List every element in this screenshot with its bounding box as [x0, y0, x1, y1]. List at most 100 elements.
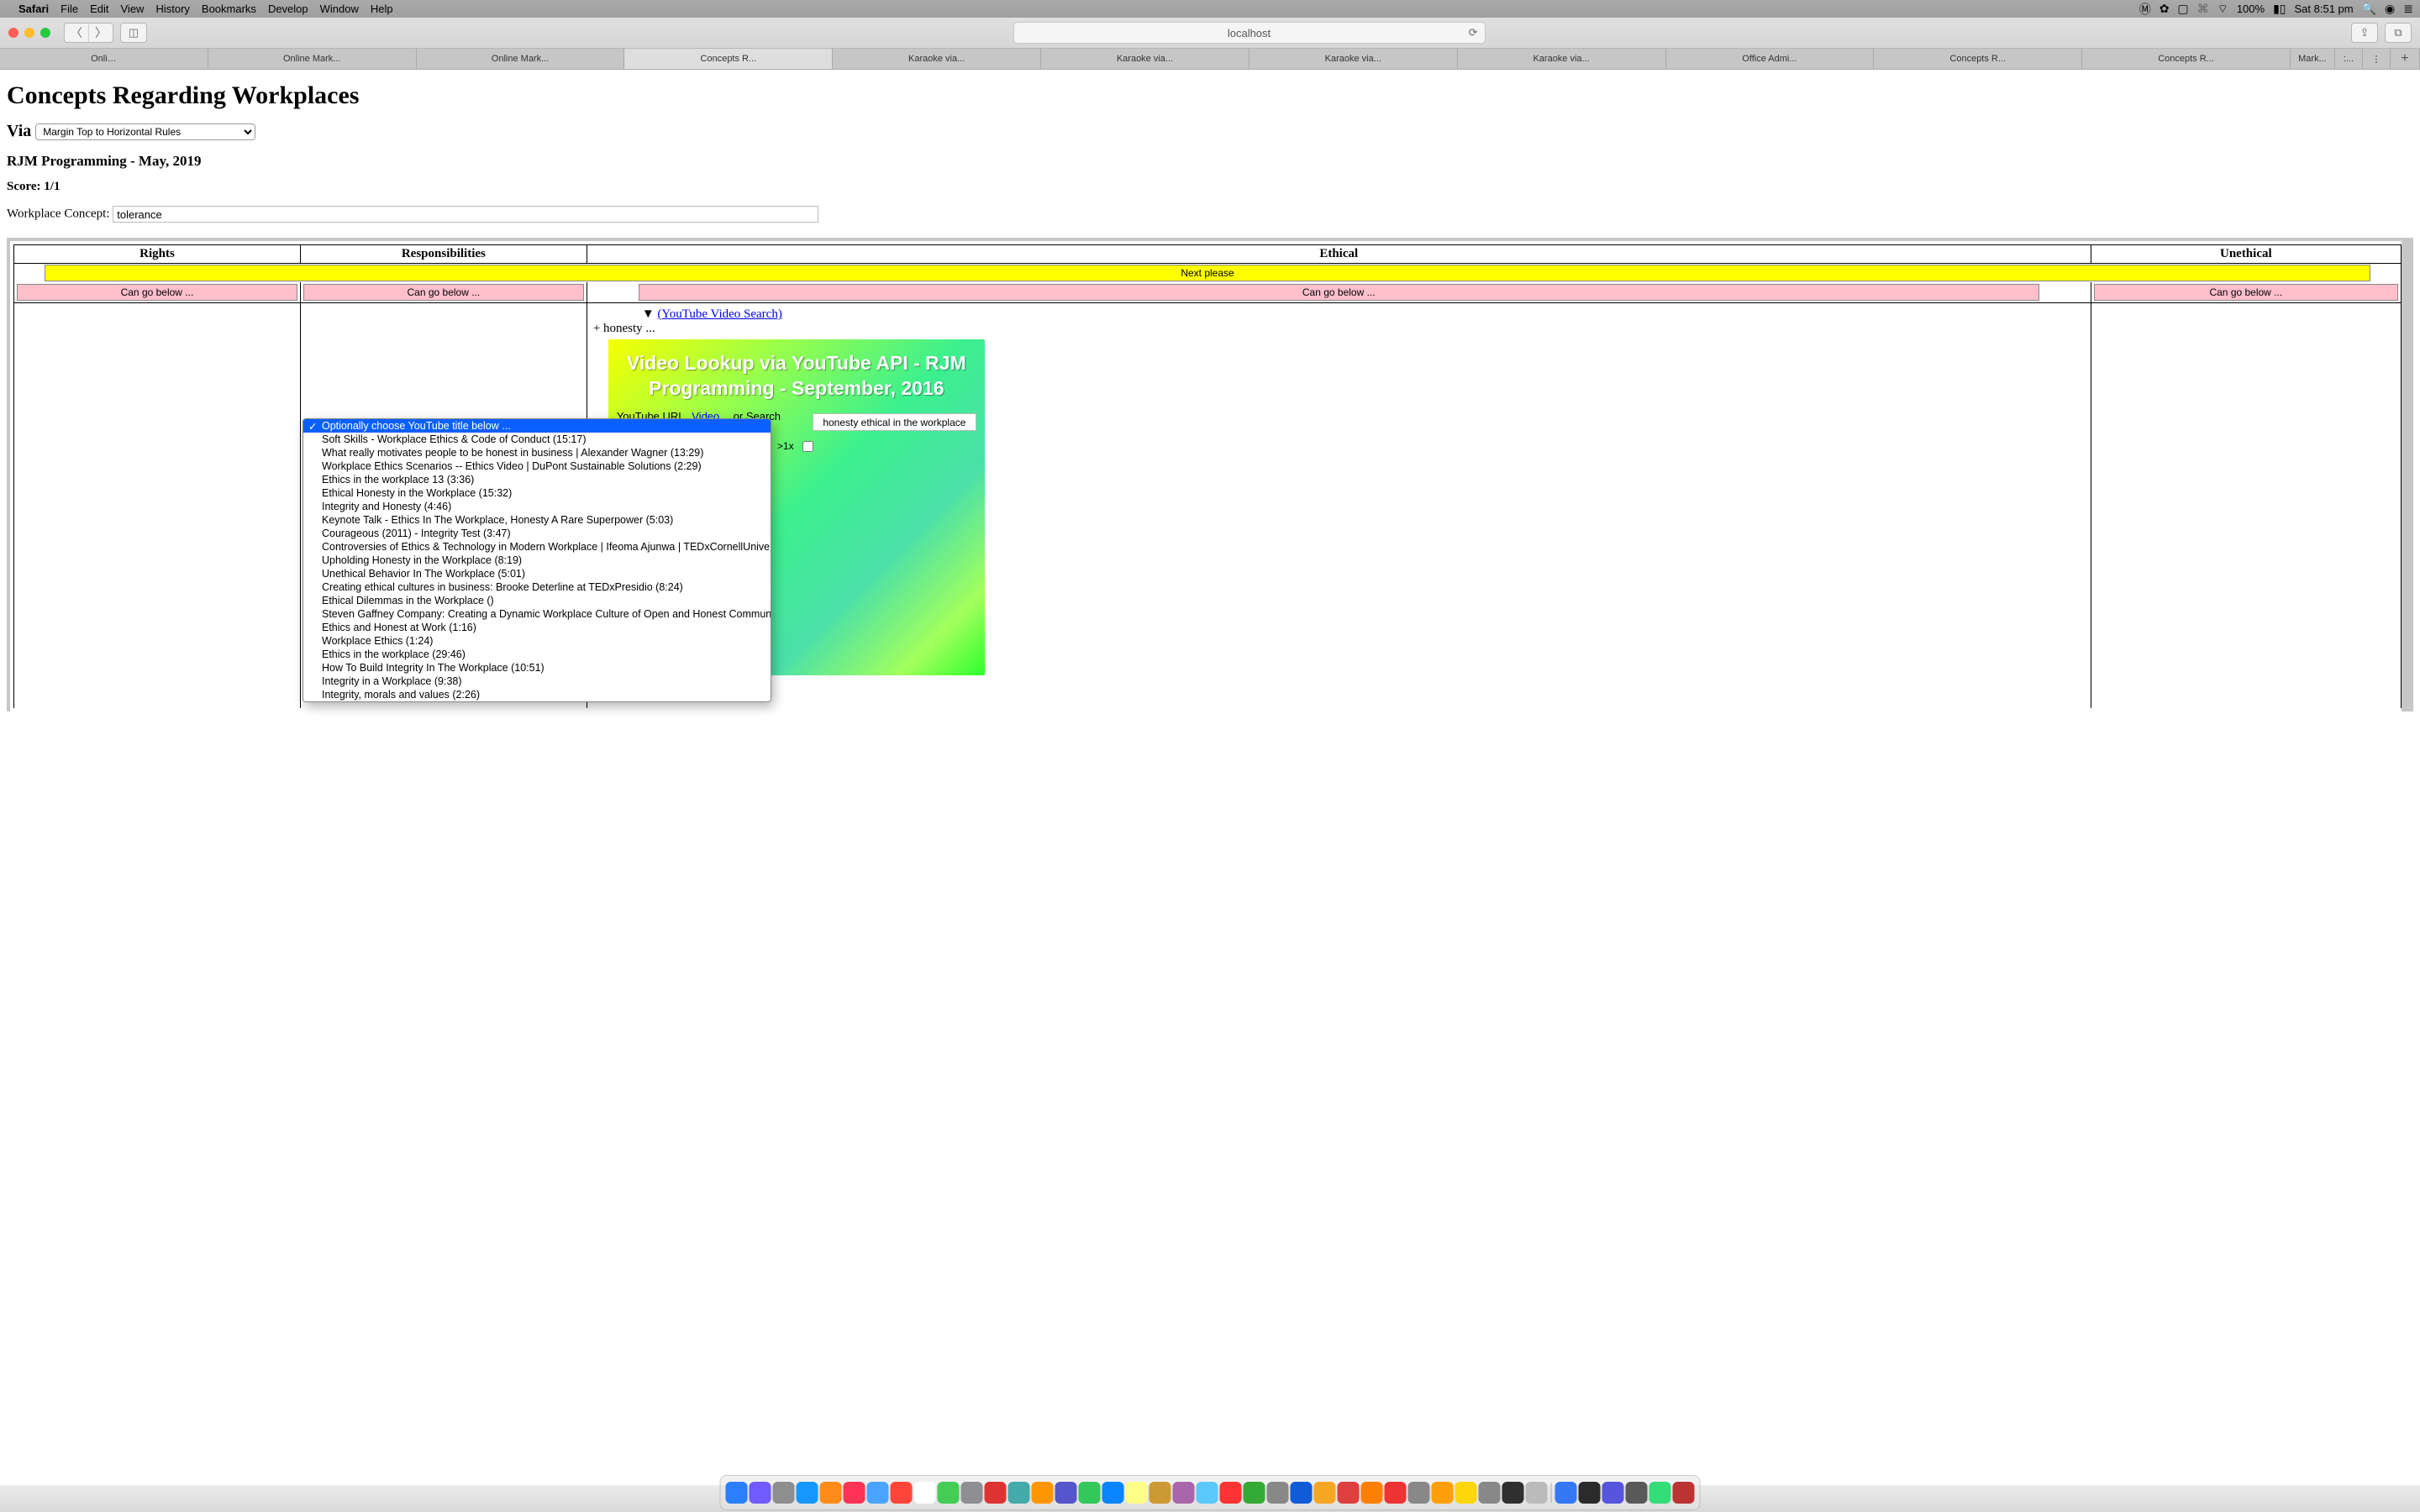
dock-app-icon[interactable]: [1150, 1482, 1171, 1504]
dock-app-icon[interactable]: [1102, 1482, 1124, 1504]
dock-app-icon[interactable]: [1579, 1482, 1601, 1504]
dock-app-icon[interactable]: [1244, 1482, 1265, 1504]
dock-app-icon[interactable]: [1526, 1482, 1548, 1504]
reload-icon[interactable]: ⟳: [1469, 26, 1478, 39]
video-scale-checkbox[interactable]: [802, 441, 813, 452]
dock-app-icon[interactable]: [844, 1482, 865, 1504]
dropdown-item[interactable]: Integrity and Honesty (4:46): [303, 500, 771, 513]
status-malware-icon[interactable]: Ⓜ: [2139, 1, 2151, 18]
dock-app-icon[interactable]: [1673, 1482, 1695, 1504]
dock-app-icon[interactable]: [914, 1482, 936, 1504]
menu-file[interactable]: File: [60, 3, 78, 15]
dropdown-item[interactable]: Courageous (2011) - Integrity Test (3:47…: [303, 527, 771, 540]
dock-app-icon[interactable]: [938, 1482, 960, 1504]
menu-edit[interactable]: Edit: [90, 3, 108, 15]
dock-app-icon[interactable]: [1455, 1482, 1477, 1504]
app-name[interactable]: Safari: [18, 3, 49, 15]
dock-app-icon[interactable]: [1555, 1482, 1577, 1504]
dock-app-icon[interactable]: [891, 1482, 913, 1504]
dropdown-item[interactable]: Unethical Behavior In The Workplace (5:0…: [303, 567, 771, 580]
browser-tab[interactable]: ⋮: [2363, 49, 2391, 69]
dropdown-item[interactable]: Ethics in the workplace (29:46): [303, 648, 771, 661]
dock-app-icon[interactable]: [1314, 1482, 1336, 1504]
dropdown-item[interactable]: Upholding Honesty in the Workplace (8:19…: [303, 554, 771, 567]
dropdown-item[interactable]: Ethical Honesty in the Workplace (15:32): [303, 486, 771, 500]
sidebar-toggle-button[interactable]: ◫: [120, 23, 147, 43]
browser-tab[interactable]: Onli…: [0, 49, 208, 69]
dock-app-icon[interactable]: [1220, 1482, 1242, 1504]
dock-app-icon[interactable]: [1291, 1482, 1313, 1504]
concept-input[interactable]: [113, 206, 818, 223]
dropdown-item[interactable]: Soft Skills - Workplace Ethics & Code of…: [303, 433, 771, 446]
dock-app-icon[interactable]: [773, 1482, 795, 1504]
dock-app-icon[interactable]: [750, 1482, 771, 1504]
url-address-bar[interactable]: localhost ⟳: [1013, 22, 1486, 44]
status-battery-icon[interactable]: ▮▯: [2273, 2, 2286, 16]
dock-app-icon[interactable]: [1385, 1482, 1407, 1504]
dock-app-icon[interactable]: [1338, 1482, 1360, 1504]
dock-app-icon[interactable]: [1649, 1482, 1671, 1504]
dock-app-icon[interactable]: [797, 1482, 818, 1504]
can-go-below-rights[interactable]: Can go below ...: [17, 284, 297, 301]
dropdown-item[interactable]: Creating ethical cultures in business: B…: [303, 580, 771, 594]
dock-app-icon[interactable]: [1602, 1482, 1624, 1504]
browser-tab[interactable]: Concepts R...: [624, 49, 833, 69]
dock-app-icon[interactable]: [1126, 1482, 1148, 1504]
dropdown-item[interactable]: Steven Gaffney Company: Creating a Dynam…: [303, 607, 771, 621]
browser-tab[interactable]: Online Mark...: [208, 49, 417, 69]
dropdown-item[interactable]: Controversies of Ethics & Technology in …: [303, 540, 771, 554]
status-siri-icon[interactable]: ◉: [2385, 2, 2395, 16]
dock-app-icon[interactable]: [1361, 1482, 1383, 1504]
window-maximize-button[interactable]: [40, 28, 50, 38]
status-spotlight-icon[interactable]: 🔍: [2362, 2, 2376, 16]
menu-window[interactable]: Window: [320, 3, 359, 15]
youtube-title-dropdown[interactable]: Optionally choose YouTube title below ..…: [302, 418, 771, 702]
dropdown-item[interactable]: Workplace Ethics (1:24): [303, 634, 771, 648]
dropdown-item[interactable]: Keynote Talk - Ethics In The Workplace, …: [303, 513, 771, 527]
dropdown-item[interactable]: What really motivates people to be hones…: [303, 446, 771, 459]
window-close-button[interactable]: [8, 28, 18, 38]
dock-app-icon[interactable]: [820, 1482, 842, 1504]
browser-tab[interactable]: :...: [2335, 49, 2363, 69]
can-go-below-responsibilities[interactable]: Can go below ...: [303, 284, 584, 301]
tabs-overview-button[interactable]: ⧉: [2385, 23, 2412, 43]
dock-app-icon[interactable]: [1173, 1482, 1195, 1504]
status-airplay-icon[interactable]: ▢: [2177, 2, 2188, 16]
dropdown-item[interactable]: Integrity, morals and values (2:26): [303, 688, 771, 701]
dropdown-item[interactable]: Integrity in a Workplace (9:38): [303, 675, 771, 688]
nav-forward-button[interactable]: 〉: [89, 24, 113, 42]
status-clock[interactable]: Sat 8:51 pm: [2295, 3, 2354, 15]
dock-app-icon[interactable]: [867, 1482, 889, 1504]
status-notifications-icon[interactable]: ≣: [2403, 2, 2413, 16]
next-button[interactable]: Next please: [45, 265, 2370, 281]
dock-app-icon[interactable]: [961, 1482, 983, 1504]
dock-app-icon[interactable]: [1197, 1482, 1218, 1504]
browser-tab[interactable]: Concepts R...: [2082, 49, 2291, 69]
dropdown-item[interactable]: Ethical Dilemmas in the Workplace (): [303, 594, 771, 607]
dock-app-icon[interactable]: [1479, 1482, 1501, 1504]
dropdown-item[interactable]: Ethics and Honest at Work (1:16): [303, 621, 771, 634]
dock-app-icon[interactable]: [1408, 1482, 1430, 1504]
dock-app-icon[interactable]: [1008, 1482, 1030, 1504]
dock-app-icon[interactable]: [985, 1482, 1007, 1504]
menu-develop[interactable]: Develop: [268, 3, 308, 15]
dock-app-icon[interactable]: [1432, 1482, 1454, 1504]
dock-app-icon[interactable]: [1267, 1482, 1289, 1504]
dropdown-item[interactable]: How To Build Integrity In The Workplace …: [303, 661, 771, 675]
share-button[interactable]: ⇪: [2351, 23, 2378, 43]
menu-history[interactable]: History: [155, 3, 189, 15]
via-select[interactable]: Margin Top to Horizontal Rules: [35, 123, 255, 140]
status-puzzle-icon[interactable]: ✿: [2160, 2, 2170, 16]
browser-tab[interactable]: Karaoke via...: [1458, 49, 1666, 69]
dropdown-item[interactable]: Workplace Ethics Scenarios -- Ethics Vid…: [303, 459, 771, 473]
video-search-input[interactable]: [813, 413, 976, 431]
browser-tab[interactable]: Karaoke via...: [1041, 49, 1249, 69]
browser-tab[interactable]: Office Admi...: [1666, 49, 1875, 69]
menu-bookmarks[interactable]: Bookmarks: [202, 3, 256, 15]
youtube-search-link[interactable]: (YouTube Video Search): [657, 307, 781, 321]
menu-view[interactable]: View: [121, 3, 145, 15]
browser-tab[interactable]: Online Mark...: [417, 49, 625, 69]
browser-tab[interactable]: Mark...: [2291, 49, 2335, 69]
nav-back-button[interactable]: 〈: [65, 24, 89, 42]
status-bluetooth-icon[interactable]: ⌘: [2197, 2, 2209, 16]
